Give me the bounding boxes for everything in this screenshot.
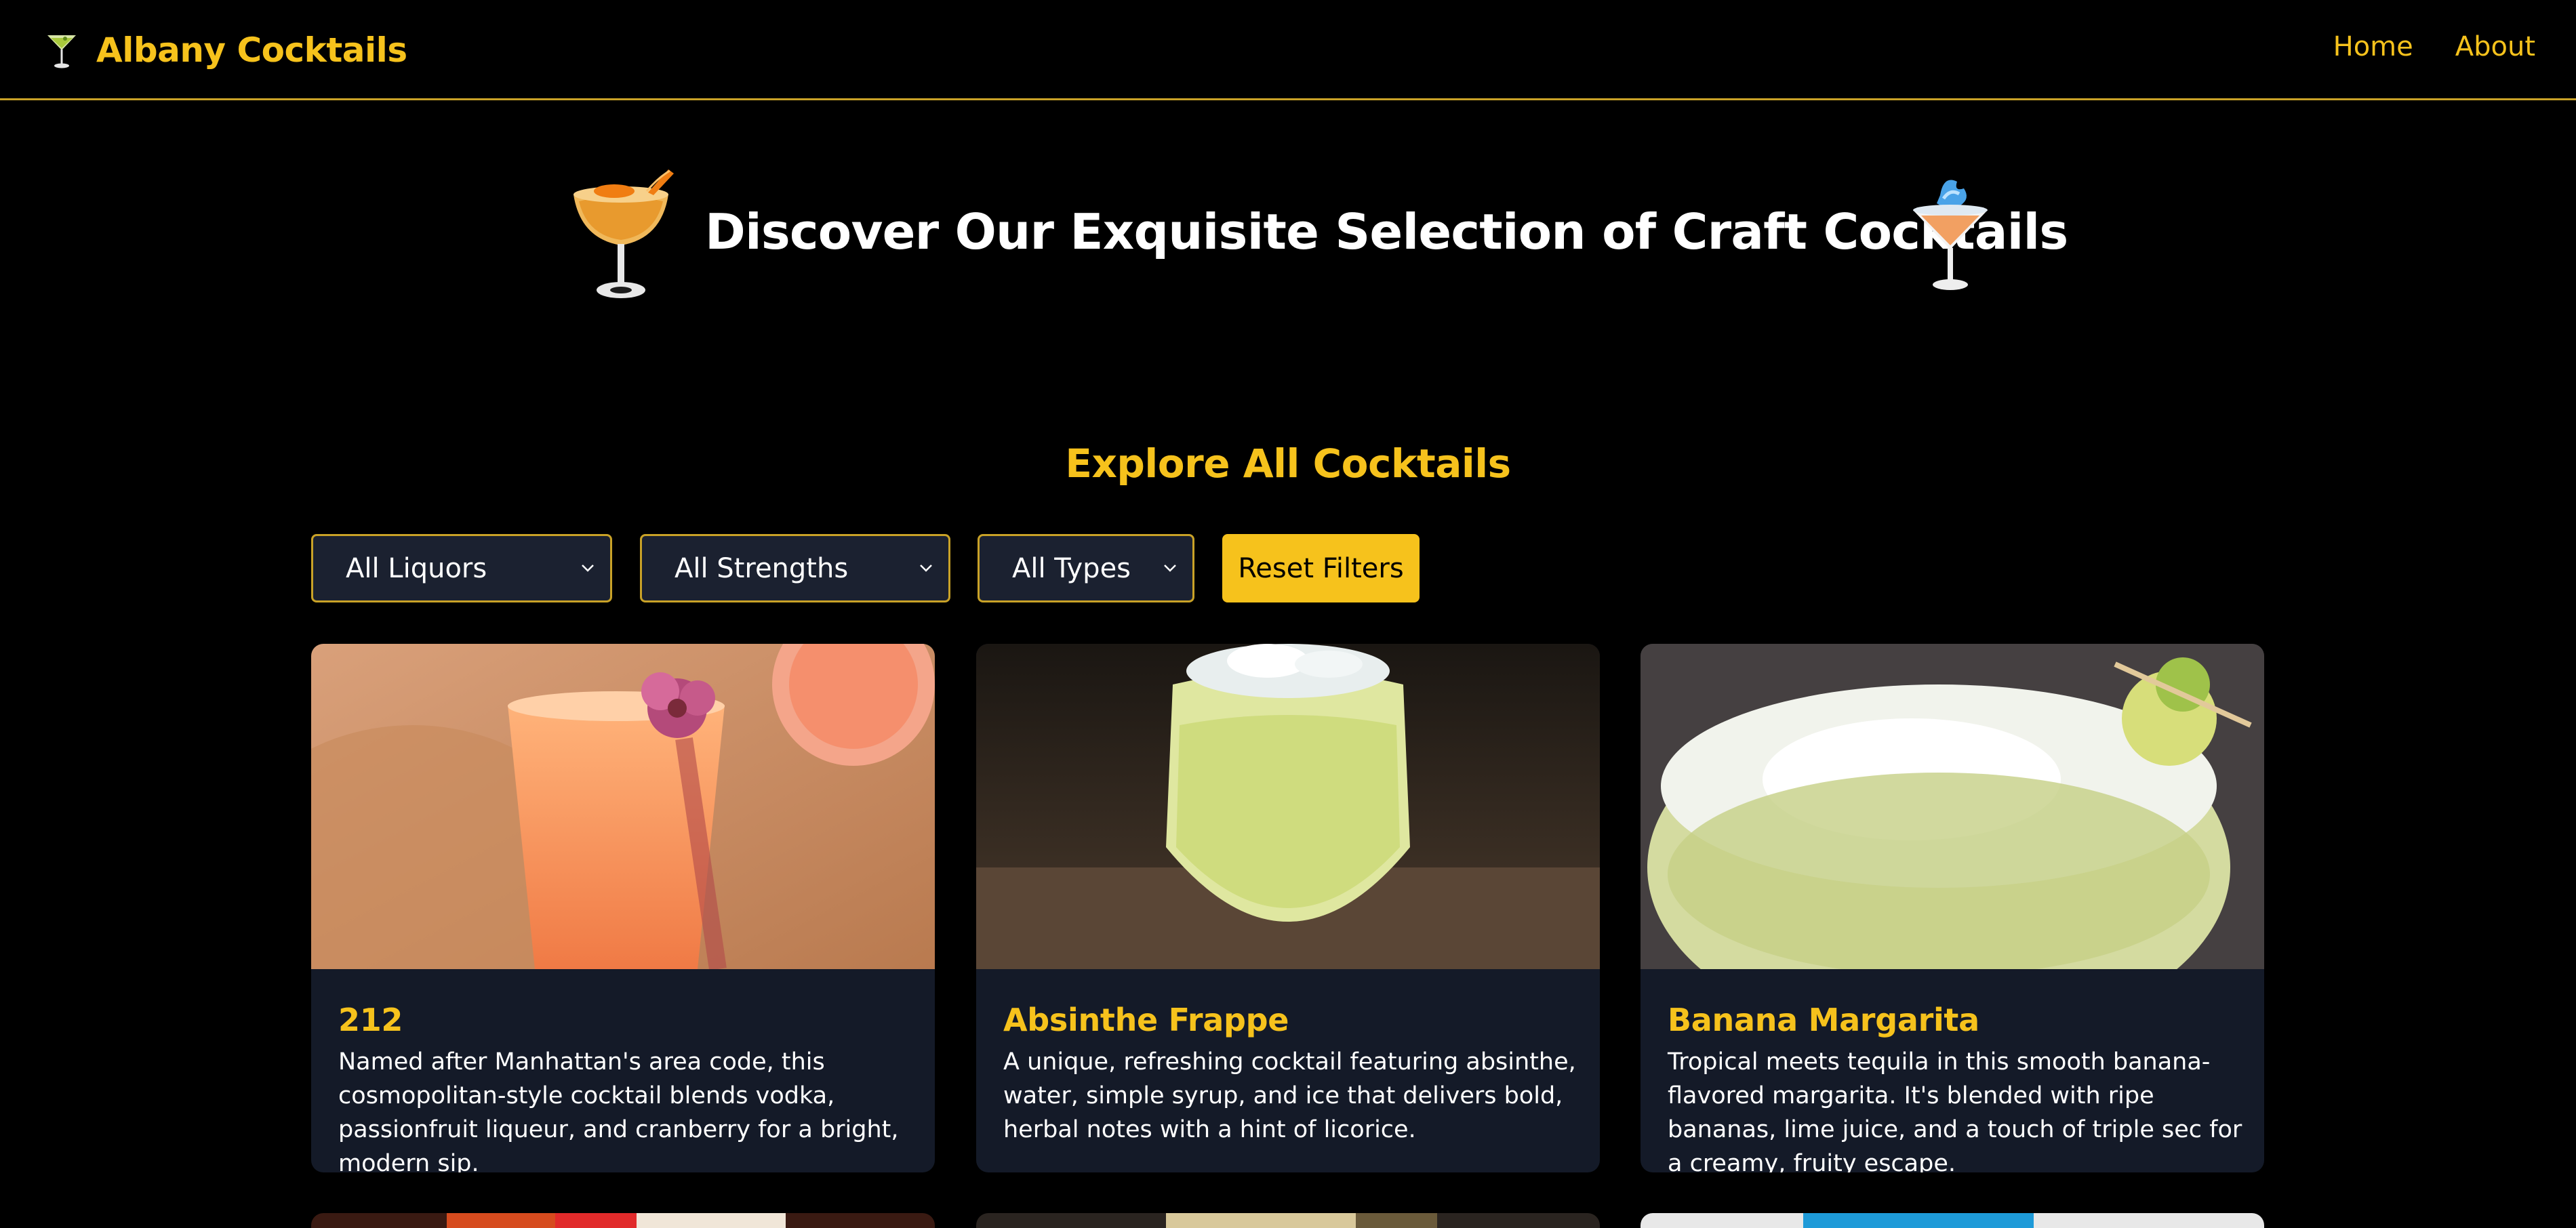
brand-logo-link[interactable]: Albany Cocktails [45, 27, 407, 73]
cocktail-photo-partial [311, 1213, 935, 1228]
chevron-down-icon [920, 565, 932, 572]
hero-title: Discover Our Exquisite Selection of Craf… [705, 203, 2068, 260]
blue-cocktail-icon [1913, 180, 1988, 290]
strength-filter-value: All Strengths [675, 552, 849, 584]
cocktail-card-partial[interactable] [976, 1213, 1600, 1228]
cocktail-photo-partial [1641, 1213, 2264, 1228]
type-filter-value: All Types [1012, 552, 1131, 584]
cocktail-photo-partial [976, 1213, 1600, 1228]
cocktail-description: Tropical meets tequila in this smooth ba… [1668, 1048, 2242, 1172]
cocktail-name: Absinthe Frappe [1003, 1002, 1289, 1038]
cocktail-photo-212 [311, 644, 935, 969]
nav-home-link[interactable]: Home [2333, 31, 2413, 62]
section-title: Explore All Cocktails [1065, 441, 1511, 487]
strength-filter-select[interactable]: All Strengths [640, 534, 950, 602]
type-filter-select[interactable]: All Types [978, 534, 1194, 602]
cocktail-description: Named after Manhattan's area code, this … [338, 1048, 899, 1172]
cocktail-description: A unique, refreshing cocktail featuring … [1003, 1048, 1576, 1143]
cocktail-card-partial[interactable] [311, 1213, 935, 1228]
nav-about-link[interactable]: About [2455, 31, 2535, 62]
liquor-filter-select[interactable]: All Liquors [311, 534, 612, 602]
cocktail-card-partial[interactable] [1641, 1213, 2264, 1228]
liquor-filter-value: All Liquors [346, 552, 487, 584]
cocktail-name: Banana Margarita [1668, 1002, 1979, 1038]
cocktail-photo-absinthe-frappe [976, 644, 1600, 969]
reset-filters-button[interactable]: Reset Filters [1222, 534, 1420, 602]
cocktail-photo-banana-margarita [1641, 644, 2264, 969]
cocktail-card[interactable]: Banana Margarita Tropical meets tequila … [1641, 644, 2264, 1172]
chevron-down-icon [1164, 565, 1176, 572]
top-navbar: Albany Cocktails Home About [0, 0, 2576, 100]
cocktail-name: 212 [338, 1002, 403, 1038]
orange-cocktail-icon [573, 169, 674, 298]
martini-glass-icon [47, 35, 76, 68]
chevron-down-icon [582, 565, 594, 572]
cocktail-card[interactable]: Absinthe Frappe A unique, refreshing coc… [976, 644, 1600, 1172]
cocktail-card[interactable]: 212 Named after Manhattan's area code, t… [311, 644, 935, 1172]
main-nav: Home About [2333, 31, 2535, 62]
brand-name: Albany Cocktails [96, 30, 407, 70]
